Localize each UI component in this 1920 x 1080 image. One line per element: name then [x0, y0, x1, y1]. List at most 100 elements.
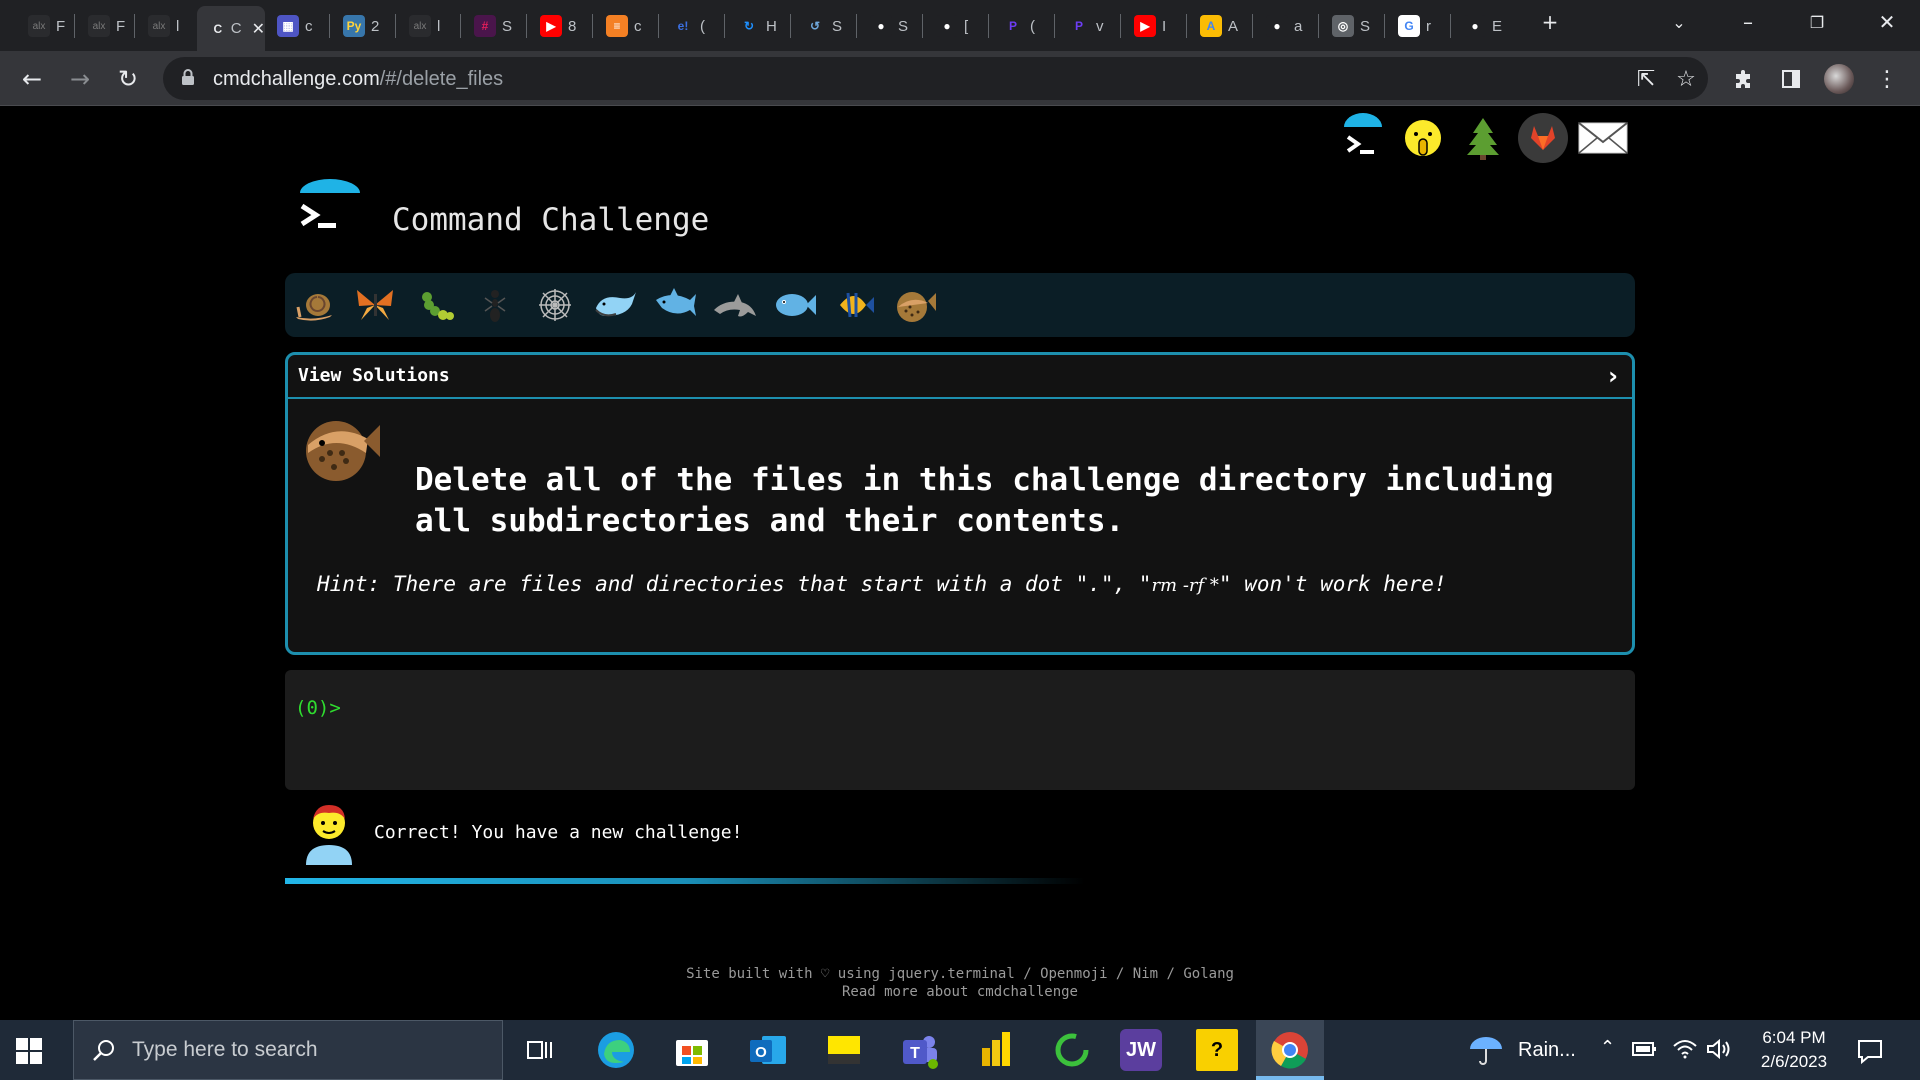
- tab-label: c: [634, 17, 642, 35]
- wifi-icon[interactable]: [1672, 1038, 1698, 1065]
- chevron-right-icon[interactable]: ›: [1608, 362, 1618, 390]
- new-tab-button[interactable]: +: [1518, 0, 1582, 44]
- tab-label: I: [1162, 17, 1167, 35]
- browser-tab-3[interactable]: alx l: [134, 8, 197, 44]
- help-icon[interactable]: ?: [1196, 1029, 1238, 1071]
- browser-tab-21[interactable]: ◎ S: [1318, 8, 1384, 44]
- blowfish-icon[interactable]: [891, 283, 939, 327]
- ant-icon[interactable]: [471, 283, 519, 327]
- reload-button[interactable]: ↻: [110, 61, 146, 97]
- browser-tab-19[interactable]: AA: [1186, 8, 1252, 44]
- notifications-icon[interactable]: [1856, 1037, 1884, 1070]
- minimize-icon: –: [1743, 10, 1753, 34]
- side-panel-icon[interactable]: [1775, 63, 1807, 95]
- whale-icon[interactable]: [591, 283, 639, 327]
- fish-icon[interactable]: [771, 283, 819, 327]
- browser-tab-13[interactable]: ↺ S: [790, 8, 856, 44]
- browser-tab-14[interactable]: ● S: [856, 8, 922, 44]
- tab-label: H: [766, 17, 777, 35]
- browser-toolbar: ← → ↻ cmdchallenge.com/#/delete_files ⇱ …: [0, 51, 1920, 106]
- clock[interactable]: 6:04 PM 2/6/2023: [1752, 1026, 1836, 1074]
- browser-tab-11[interactable]: e! (: [658, 8, 724, 44]
- browser-tab-23[interactable]: ● E: [1450, 8, 1516, 44]
- store-icon[interactable]: [670, 1028, 714, 1072]
- tropical-fish-icon[interactable]: [831, 283, 879, 327]
- spider-web-icon[interactable]: [531, 283, 579, 327]
- outlook-icon[interactable]: O: [746, 1028, 790, 1072]
- browser-tab-17[interactable]: Pv: [1054, 8, 1120, 44]
- browser-tab-12[interactable]: ↻ H: [724, 8, 790, 44]
- teams-icon[interactable]: T: [898, 1028, 942, 1072]
- butterfly-icon[interactable]: [351, 283, 399, 327]
- windows-start-icon[interactable]: [16, 1038, 42, 1068]
- battery-icon[interactable]: [1632, 1039, 1658, 1064]
- caterpillar-icon[interactable]: [411, 283, 459, 327]
- tab-label: v: [1096, 17, 1104, 35]
- browser-tab-4[interactable]: C C ✕: [197, 6, 265, 51]
- view-solutions-header[interactable]: View Solutions ›: [288, 355, 1632, 399]
- gitlab-icon[interactable]: [1516, 111, 1570, 165]
- bookmark-star-icon[interactable]: ☆: [1670, 63, 1702, 95]
- close-window-button[interactable]: ✕: [1855, 0, 1919, 44]
- tree-icon[interactable]: [1456, 111, 1510, 165]
- search-icon: [92, 1038, 116, 1066]
- blowfish-avatar-icon: [300, 413, 382, 489]
- powerbi-icon[interactable]: [974, 1028, 1018, 1072]
- browser-tab-7[interactable]: alx l: [395, 8, 460, 44]
- browser-tab-5[interactable]: ▦ c: [263, 8, 329, 44]
- loading-ring-icon[interactable]: [1050, 1028, 1094, 1072]
- browser-tab-15[interactable]: ●[: [922, 8, 988, 44]
- weather-icon[interactable]: [1466, 1033, 1506, 1072]
- envelope-icon[interactable]: [1576, 111, 1630, 165]
- help-label: ?: [1210, 1038, 1224, 1061]
- arrow-right-icon: →: [69, 65, 91, 93]
- challenge-panel: View Solutions › Delete all of the files…: [285, 352, 1635, 655]
- browser-tab-1[interactable]: alx F: [14, 8, 74, 44]
- browser-tab-2[interactable]: alx F: [74, 8, 134, 44]
- browser-tab-22[interactable]: Gr: [1384, 8, 1450, 44]
- shark-icon[interactable]: [651, 283, 699, 327]
- browser-tab-18[interactable]: ▶ I: [1120, 8, 1186, 44]
- jw-icon[interactable]: JW: [1120, 1029, 1162, 1071]
- tab-search-button[interactable]: ⌄: [1647, 0, 1711, 44]
- sync2-favicon-icon: ↺: [809, 19, 821, 33]
- profile-avatar[interactable]: [1823, 63, 1855, 95]
- chevron-up-icon[interactable]: ⌃: [1600, 1037, 1615, 1058]
- menu-kebab-icon[interactable]: ⋮: [1871, 63, 1903, 95]
- arrow-left-icon: ←: [21, 65, 43, 93]
- share-icon[interactable]: ⇱: [1630, 63, 1662, 95]
- tab-label: r: [1426, 17, 1431, 35]
- browser-tab-8[interactable]: # S: [460, 8, 526, 44]
- terminal-input-area[interactable]: (0)>: [285, 670, 1635, 790]
- discover-icon[interactable]: [822, 1028, 866, 1072]
- minimize-button[interactable]: –: [1716, 0, 1780, 44]
- taskbar-search-box[interactable]: Type here to search: [73, 1020, 503, 1080]
- python-favicon-icon: Py: [343, 15, 365, 37]
- weather-label[interactable]: Rain...: [1518, 1039, 1576, 1062]
- restore-button[interactable]: ❐: [1785, 0, 1849, 44]
- snail-icon[interactable]: [291, 283, 339, 327]
- forward-button[interactable]: →: [62, 61, 98, 97]
- url-path: /#/delete_files: [379, 68, 504, 90]
- alx-favicon-icon: alx: [28, 15, 50, 37]
- address-bar[interactable]: cmdchallenge.com/#/delete_files ⇱ ☆: [163, 57, 1708, 100]
- edge-icon[interactable]: [594, 1028, 638, 1072]
- chrome-icon[interactable]: [1268, 1028, 1312, 1072]
- browser-tab-20[interactable]: ● a: [1252, 8, 1318, 44]
- browser-tab-6[interactable]: Py 2: [329, 8, 395, 44]
- browser-tab-16[interactable]: P(: [988, 8, 1054, 44]
- task-view-icon[interactable]: [518, 1028, 562, 1072]
- browser-tab-10[interactable]: ≡ c: [592, 8, 658, 44]
- footer-read-more-link[interactable]: Read more about cmdchallenge: [0, 983, 1920, 1001]
- grid-favicon-icon: ▦: [277, 15, 299, 37]
- terminal-logo-icon[interactable]: [1336, 111, 1390, 165]
- back-button[interactable]: ←: [14, 61, 50, 97]
- alx-favicon-icon: alx: [148, 15, 170, 37]
- dolphin-icon[interactable]: [711, 283, 759, 327]
- extensions-icon[interactable]: [1727, 63, 1759, 95]
- volume-icon[interactable]: [1706, 1038, 1732, 1065]
- man-avatar-icon: [302, 801, 356, 869]
- svg-text:O: O: [755, 1044, 767, 1061]
- browser-tab-9[interactable]: ▶ 8: [526, 8, 592, 44]
- shushing-face-icon[interactable]: [1396, 111, 1450, 165]
